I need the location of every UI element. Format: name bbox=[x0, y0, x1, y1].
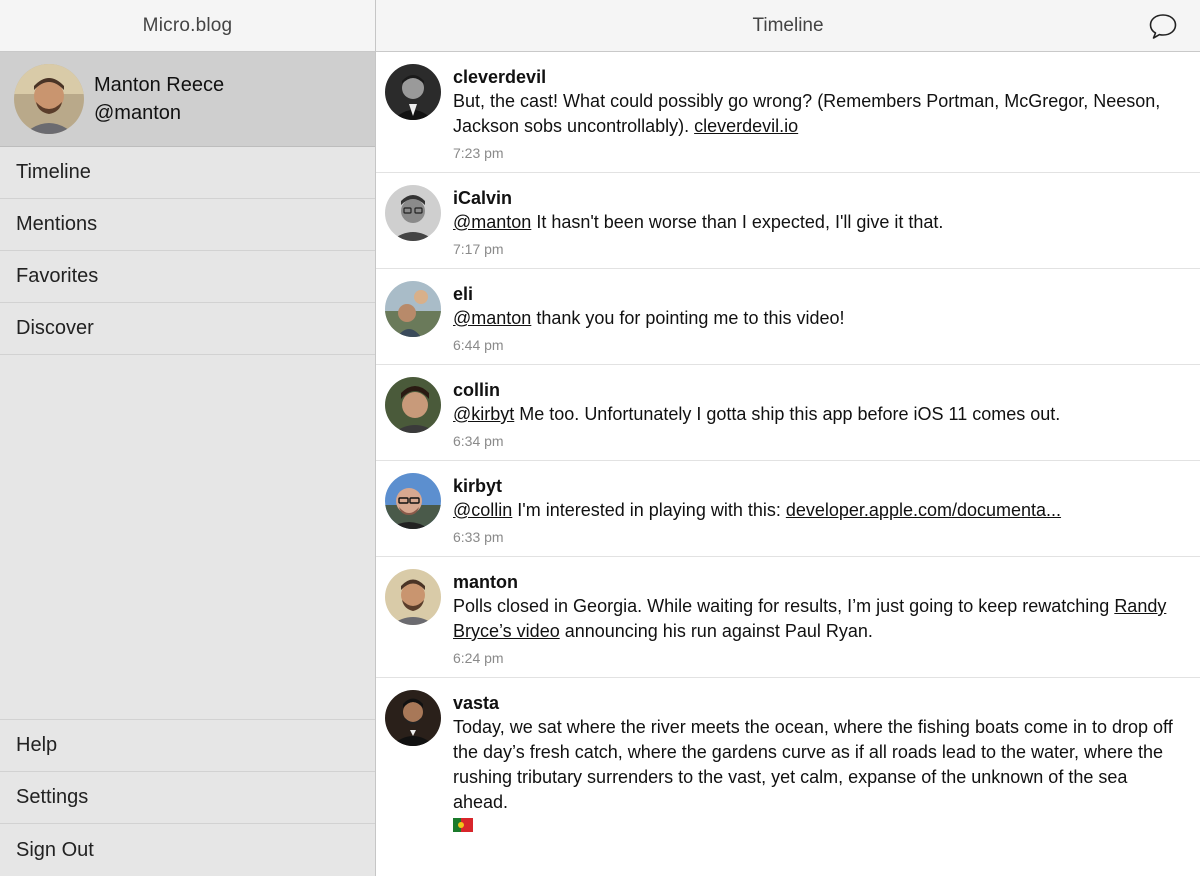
post-username[interactable]: cleverdevil bbox=[453, 66, 1184, 88]
post-timestamp[interactable]: 6:34 pm bbox=[453, 432, 1184, 450]
post-text: @manton It hasn't been worse than I expe… bbox=[453, 210, 1184, 235]
post-text-body: But, the cast! What could possibly go wr… bbox=[453, 91, 1161, 136]
post-mention[interactable]: @manton bbox=[453, 308, 531, 328]
timeline-post[interactable]: eli @manton thank you for pointing me to… bbox=[376, 269, 1200, 365]
sidebar-item-timeline[interactable]: Timeline bbox=[0, 147, 375, 199]
post-mention[interactable]: @collin bbox=[453, 500, 512, 520]
sidebar-header: Micro.blog bbox=[0, 0, 375, 52]
post-text: @manton thank you for pointing me to thi… bbox=[453, 306, 1184, 331]
post-text-body: It hasn't been worse than I expected, I'… bbox=[531, 212, 944, 232]
post-timestamp[interactable]: 7:23 pm bbox=[453, 144, 1184, 162]
post-username[interactable]: manton bbox=[453, 571, 1184, 593]
post-text-body: I'm interested in playing with this: bbox=[512, 500, 786, 520]
post-text: Today, we sat where the river meets the … bbox=[453, 715, 1184, 815]
sidebar: Micro.blog Manton Reece @manton Timeline… bbox=[0, 0, 376, 876]
post-link[interactable]: developer.apple.com/documenta... bbox=[786, 500, 1061, 520]
avatar[interactable] bbox=[385, 185, 441, 241]
post-mention[interactable]: @manton bbox=[453, 212, 531, 232]
app-title: Micro.blog bbox=[142, 14, 233, 36]
avatar[interactable] bbox=[385, 473, 441, 529]
timeline-post[interactable]: collin @kirbyt Me too. Unfortunately I g… bbox=[376, 365, 1200, 461]
sidebar-item-discover[interactable]: Discover bbox=[0, 303, 375, 355]
avatar bbox=[14, 64, 84, 134]
profile-handle: @manton bbox=[94, 102, 182, 124]
sidebar-item-favorites[interactable]: Favorites bbox=[0, 251, 375, 303]
speech-bubble-icon[interactable] bbox=[1148, 12, 1178, 40]
post-text: @kirbyt Me too. Unfortunately I gotta sh… bbox=[453, 402, 1184, 427]
post-mention[interactable]: @kirbyt bbox=[453, 404, 514, 424]
main-header: Timeline bbox=[376, 0, 1200, 52]
post-timestamp[interactable]: 6:44 pm bbox=[453, 336, 1184, 354]
portugal-flag-icon bbox=[453, 818, 473, 833]
post-timestamp[interactable]: 6:24 pm bbox=[453, 649, 1184, 667]
avatar[interactable] bbox=[385, 64, 441, 120]
sidebar-item-sign-out[interactable]: Sign Out bbox=[0, 824, 375, 876]
post-text-body: Today, we sat where the river meets the … bbox=[453, 717, 1173, 812]
post-text: Polls closed in Georgia. While waiting f… bbox=[453, 594, 1184, 644]
sidebar-item-mentions[interactable]: Mentions bbox=[0, 199, 375, 251]
avatar[interactable] bbox=[385, 281, 441, 337]
post-username[interactable]: eli bbox=[453, 283, 1184, 305]
post-username[interactable]: collin bbox=[453, 379, 1184, 401]
post-username[interactable]: iCalvin bbox=[453, 187, 1184, 209]
post-text-body: Me too. Unfortunately I gotta ship this … bbox=[514, 404, 1061, 424]
post-link[interactable]: cleverdevil.io bbox=[694, 116, 798, 136]
timeline-post[interactable]: vasta Today, we sat where the river meet… bbox=[376, 678, 1200, 843]
profile-name: Manton Reece bbox=[94, 74, 225, 96]
page-title: Timeline bbox=[752, 14, 824, 36]
avatar[interactable] bbox=[385, 377, 441, 433]
avatar[interactable] bbox=[385, 569, 441, 625]
sidebar-item-help[interactable]: Help bbox=[0, 720, 375, 772]
sidebar-item-settings[interactable]: Settings bbox=[0, 772, 375, 824]
app-window: Micro.blog Manton Reece @manton Timeline… bbox=[0, 0, 1200, 876]
post-text: But, the cast! What could possibly go wr… bbox=[453, 89, 1184, 139]
timeline-list[interactable]: cleverdevil But, the cast! What could po… bbox=[376, 52, 1200, 876]
post-text: @collin I'm interested in playing with t… bbox=[453, 498, 1184, 523]
post-text-body: announcing his run against Paul Ryan. bbox=[559, 621, 873, 641]
post-timestamp[interactable]: 7:17 pm bbox=[453, 240, 1184, 258]
profile-card[interactable]: Manton Reece @manton bbox=[0, 52, 375, 147]
timeline-post[interactable]: manton Polls closed in Georgia. While wa… bbox=[376, 557, 1200, 678]
sidebar-spacer bbox=[0, 355, 375, 720]
timeline-post[interactable]: iCalvin @manton It hasn't been worse tha… bbox=[376, 173, 1200, 269]
post-username[interactable]: kirbyt bbox=[453, 475, 1184, 497]
post-timestamp[interactable]: 6:33 pm bbox=[453, 528, 1184, 546]
post-username[interactable]: vasta bbox=[453, 692, 1184, 714]
post-text-body: Polls closed in Georgia. While waiting f… bbox=[453, 596, 1115, 616]
timeline-post[interactable]: kirbyt @collin I'm interested in playing… bbox=[376, 461, 1200, 557]
timeline-post[interactable]: cleverdevil But, the cast! What could po… bbox=[376, 52, 1200, 173]
avatar[interactable] bbox=[385, 690, 441, 746]
post-text-body: thank you for pointing me to this video! bbox=[531, 308, 845, 328]
main-pane: Timeline cleverdevil But, the cast! What… bbox=[376, 0, 1200, 876]
